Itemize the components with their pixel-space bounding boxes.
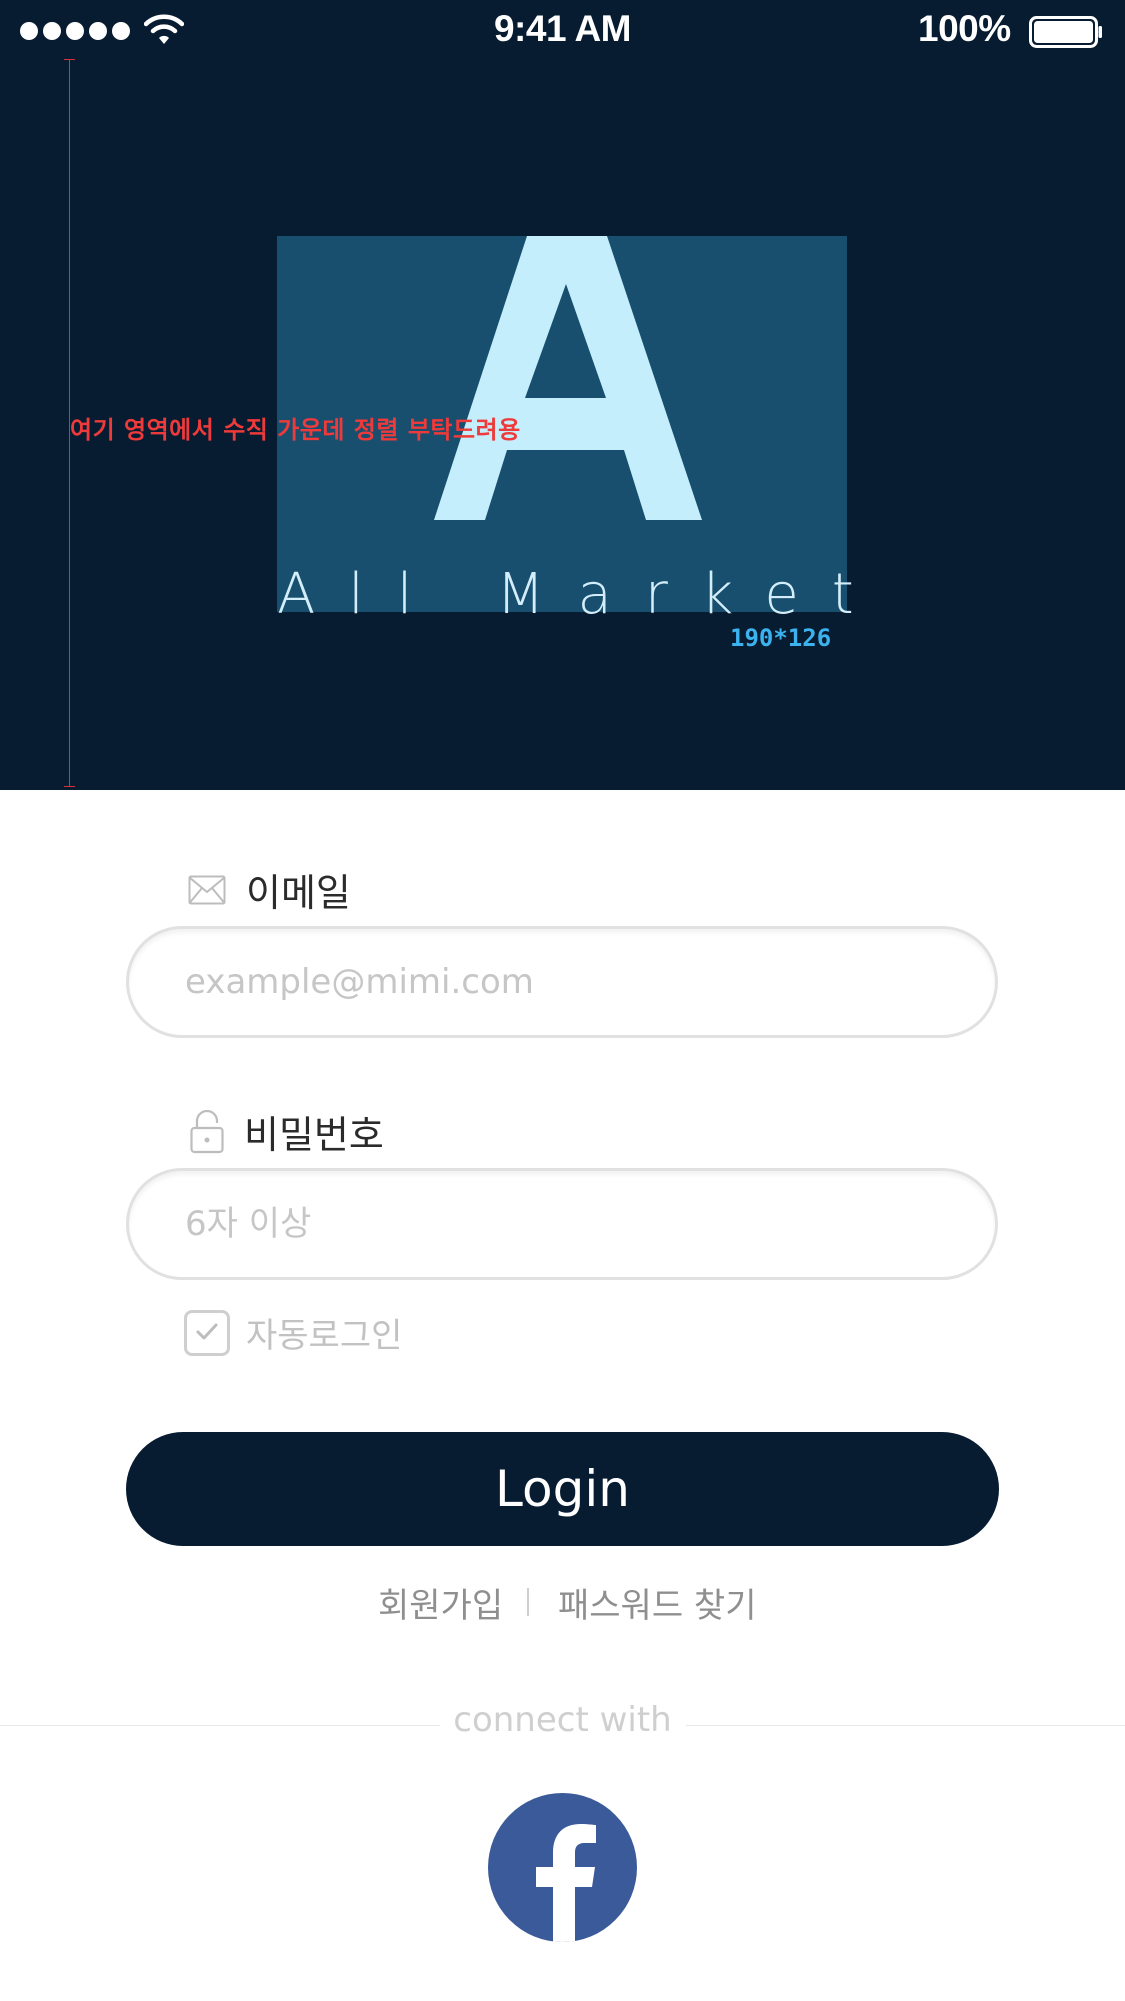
- battery-percentage: 100%: [918, 8, 1011, 49]
- design-guide-note: 여기 영역에서 수직 가운데 정렬 부탁드려용: [70, 416, 521, 444]
- email-label-text: 이메일: [246, 871, 351, 915]
- auto-login-checkbox[interactable]: [184, 1309, 230, 1356]
- logo-size-note: 190*126: [730, 624, 832, 652]
- connect-with-divider: connect with: [0, 1700, 1125, 1750]
- password-label-text: 비밀번호: [244, 1113, 384, 1157]
- connect-with-label: connect with: [453, 1700, 672, 1740]
- signup-link[interactable]: 회원가입: [378, 1578, 503, 1627]
- envelope-icon: [188, 875, 226, 904]
- email-input[interactable]: [185, 929, 945, 1035]
- guide-cap-bottom: [64, 786, 75, 787]
- password-field[interactable]: [126, 1168, 998, 1280]
- facebook-login-button[interactable]: [488, 1793, 637, 1942]
- header-area: 9:41 AM 100% All Market 여기 영역에서 수직 가운데 정…: [0, 0, 1125, 790]
- account-links: 회원가입 패스워드 찾기: [0, 1578, 1125, 1628]
- lock-icon: [190, 1109, 224, 1153]
- status-bar: 9:41 AM 100%: [0, 0, 1125, 64]
- login-button[interactable]: Login: [126, 1432, 999, 1546]
- email-label: 이메일: [188, 862, 351, 917]
- password-input[interactable]: [185, 1171, 945, 1277]
- auto-login-option[interactable]: 자동로그인: [184, 1308, 402, 1357]
- checkmark-icon: [196, 1323, 218, 1339]
- facebook-icon: [536, 1824, 596, 1942]
- link-divider: [527, 1588, 529, 1616]
- password-label: 비밀번호: [190, 1104, 384, 1159]
- find-password-link[interactable]: 패스워드 찾기: [558, 1578, 757, 1627]
- auto-login-label: 자동로그인: [246, 1316, 403, 1356]
- guide-cap-top: [64, 59, 75, 60]
- battery-icon: [1029, 16, 1102, 48]
- email-field[interactable]: [126, 926, 998, 1038]
- logo-wordmark: All Market: [277, 562, 887, 627]
